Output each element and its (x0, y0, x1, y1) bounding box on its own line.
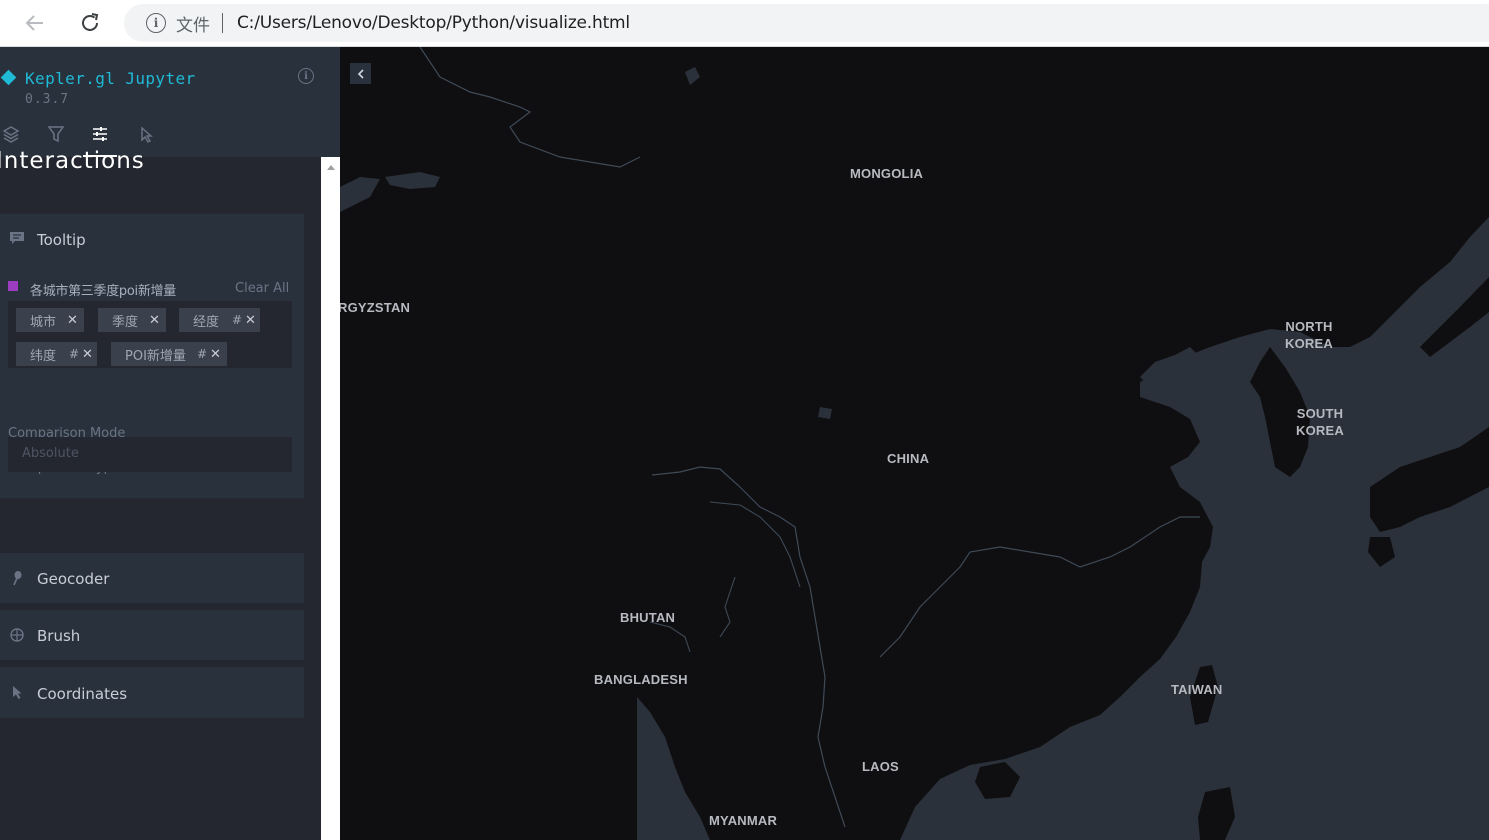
back-button[interactable] (20, 8, 50, 38)
side-panel-header: Kepler.gl Jupyter 0.3.7 i (0, 47, 340, 157)
crosshair-icon (10, 628, 24, 642)
geocoder-section[interactable]: Geocoder (0, 553, 304, 603)
remove-field-icon[interactable]: ✕ (149, 313, 160, 328)
numeric-field-hash: # (197, 347, 208, 361)
field-chip-label: 经度 (193, 314, 220, 330)
remove-field-icon[interactable]: ✕ (67, 313, 78, 328)
field-chip[interactable]: POI新增量 # ✕ (111, 342, 227, 366)
map-label-bhutan: BHUTAN (620, 610, 676, 625)
brush-label: Brush (37, 627, 81, 645)
brush-section[interactable]: Brush (0, 610, 304, 660)
map-label-myanmar: MYANMAR (709, 813, 778, 828)
numeric-field-hash: # (69, 347, 80, 361)
kepler-logo-icon (0, 69, 17, 86)
filter-icon (48, 126, 64, 143)
dataset-color-swatch (8, 281, 18, 291)
address-separator (222, 13, 223, 33)
layers-icon (3, 126, 19, 143)
coordinates-label: Coordinates (37, 685, 128, 703)
page-title: Interactions (0, 148, 145, 174)
map-label-kyrgyzstan: RGYZSTAN (340, 300, 411, 315)
field-chip-label: POI新增量 (125, 348, 186, 364)
field-chip-label: 纬度 (30, 348, 57, 364)
scroll-up-arrow-icon[interactable] (327, 165, 335, 170)
pin-icon (13, 571, 22, 586)
dataset-name: 各城市第三季度poi新增量 (30, 284, 176, 299)
map-label-laos: LAOS (862, 759, 899, 774)
map-label-south-korea: SOUTH KOREA (1296, 406, 1344, 438)
field-chip[interactable]: 季度 ✕ (98, 308, 166, 332)
file-scheme-label: 文件 (176, 15, 210, 36)
numeric-field-hash: # (232, 313, 243, 327)
map-label-mongolia: MONGOLIA (850, 166, 924, 181)
field-chip-label: 季度 (112, 314, 139, 330)
comment-icon (10, 232, 24, 244)
cursor-icon (141, 126, 153, 143)
brand-version: 0.3.7 (25, 92, 70, 107)
cursor-icon (13, 686, 22, 699)
field-chip[interactable]: 纬度 # ✕ (16, 342, 97, 366)
brand-title: Kepler.gl Jupyter (25, 69, 196, 88)
remove-field-icon[interactable]: ✕ (82, 347, 93, 362)
remove-field-icon[interactable]: ✕ (210, 347, 221, 362)
coordinates-section[interactable]: Coordinates (0, 667, 304, 718)
field-chip[interactable]: 城市 ✕ (16, 308, 84, 332)
tooltip-fields-box[interactable]: 城市 ✕ 季度 ✕ 经度 # ✕ 纬度 # ✕ POI新增量 # ✕ (8, 301, 292, 368)
chevron-left-icon (357, 68, 364, 79)
clear-all-button[interactable]: Clear All (235, 281, 289, 296)
collapse-panel-button[interactable] (350, 63, 371, 84)
map-label-taiwan: TAIWAN (1171, 682, 1223, 697)
remove-field-icon[interactable]: ✕ (245, 313, 256, 328)
url-text[interactable]: C:/Users/Lenovo/Desktop/Python/visualize… (237, 13, 630, 33)
field-chip[interactable]: 经度 # ✕ (179, 308, 260, 332)
browser-toolbar: i 文件 C:/Users/Lenovo/Desktop/Python/visu… (0, 0, 1489, 47)
info-icon[interactable]: i (298, 68, 314, 84)
reload-button[interactable] (75, 8, 105, 38)
reload-icon (82, 13, 99, 31)
tooltip-header[interactable]: Tooltip (0, 214, 304, 262)
map-label-bangladesh: BANGLADESH (594, 672, 688, 687)
comparison-type-select[interactable]: Absolute (8, 437, 292, 472)
scrollbar[interactable] (321, 157, 340, 840)
map-label-north-korea: NORTH KOREA (1285, 319, 1333, 351)
map-label-china: CHINA (887, 451, 930, 466)
field-chip-label: 城市 (30, 314, 57, 330)
map-view[interactable]: MONGOLIA RGYZSTAN NORTH KOREA SOUTH KORE… (340, 47, 1489, 840)
sliders-icon (93, 127, 107, 141)
arrow-left-icon (25, 15, 43, 31)
geocoder-label: Geocoder (37, 570, 110, 588)
tooltip-label: Tooltip (37, 231, 86, 249)
site-info-icon[interactable]: i (146, 13, 166, 33)
address-bar[interactable]: i 文件 C:/Users/Lenovo/Desktop/Python/visu… (124, 4, 1489, 42)
comparison-type-value: Absolute (22, 446, 79, 461)
